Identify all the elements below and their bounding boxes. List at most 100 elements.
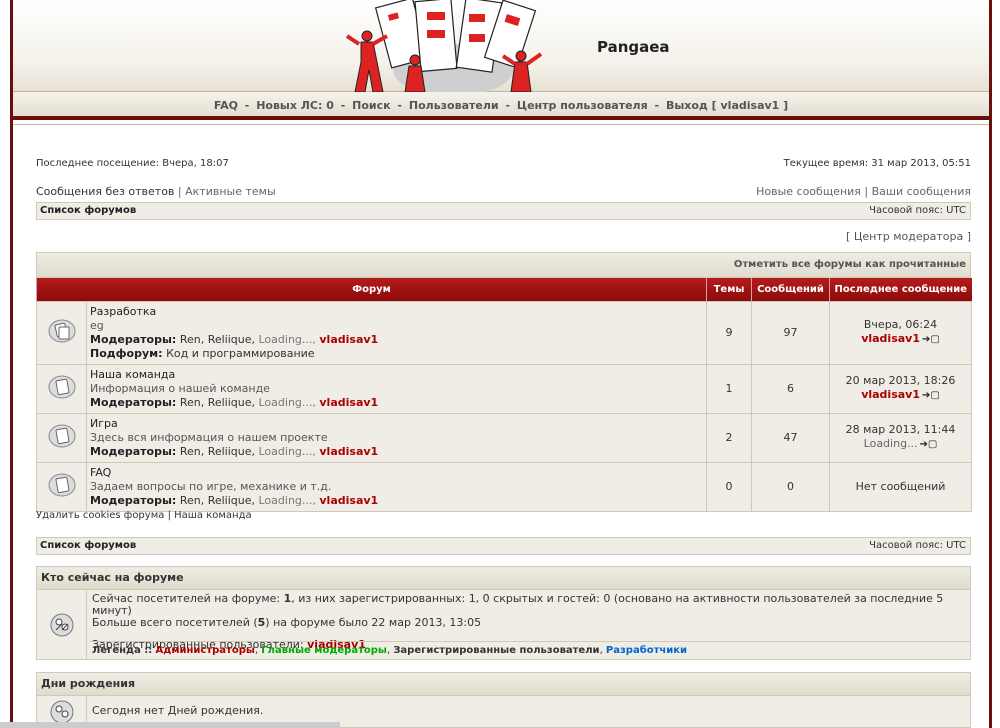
last-post-user-link[interactable]: vladisav1: [861, 332, 920, 345]
last-post-date: 28 мар 2013, 11:44: [845, 423, 956, 436]
forum-title-link[interactable]: FAQ: [90, 466, 111, 479]
birthdays-section-header: Дни рождения: [36, 672, 971, 696]
topics-count: 9: [706, 300, 753, 365]
nav-users-link[interactable]: Пользователи: [409, 99, 499, 112]
your-posts-link[interactable]: Ваши сообщения: [872, 185, 971, 198]
forum-moderators: Модераторы: Ren, Reliique, Loading..., v…: [90, 396, 703, 410]
nav-search-link[interactable]: Поиск: [352, 99, 390, 112]
moderator-loading[interactable]: Loading...,: [259, 494, 316, 507]
visit-info: Последнее посещение: Вчера, 18:07 Текуще…: [36, 158, 971, 169]
last-post-date: 20 мар 2013, 18:26: [845, 374, 956, 387]
delete-cookies-link[interactable]: Удалить cookies форума: [36, 510, 164, 521]
col-posts: Сообщений: [751, 278, 830, 301]
moderator-user-link[interactable]: vladisav1: [319, 445, 378, 458]
forum-folder-icon: [48, 319, 75, 343]
col-topics: Темы: [706, 278, 752, 301]
table-header-row: Форум Темы Сообщений Последнее сообщение: [35, 278, 972, 301]
online-record-line: Больше всего посетителей (5) на форуме б…: [92, 616, 482, 629]
last-post-cell: Нет сообщений: [829, 461, 973, 512]
legend-admins-link[interactable]: Администраторы: [156, 645, 255, 656]
last-post-date: Вчера, 06:24: [863, 318, 938, 331]
online-icon-cell: [37, 590, 87, 659]
active-topics-link[interactable]: Активные темы: [185, 185, 276, 198]
col-last-post: Последнее сообщение: [829, 278, 972, 301]
site-title: Pangaea: [597, 38, 670, 56]
moderator-loading[interactable]: Loading...,: [259, 445, 316, 458]
moderators-list[interactable]: Ren, Reliique,: [180, 333, 255, 346]
forum-read-icon: [48, 424, 75, 448]
nav-separator: -: [397, 99, 403, 112]
forum-title-link[interactable]: Игра: [90, 417, 118, 430]
forum-list-link[interactable]: Список форумов: [40, 540, 136, 551]
nav-logout-link[interactable]: Выход [ vladisav1 ]: [666, 99, 788, 112]
forum-list-bar: Список форумов Часовой пояс: UTC: [36, 202, 971, 220]
moderator-user-link[interactable]: vladisav1: [319, 494, 378, 507]
moderator-loading[interactable]: Loading...,: [259, 396, 316, 409]
topics-count: 2: [706, 412, 753, 463]
nav-ucp-link[interactable]: Центр пользователя: [517, 99, 648, 112]
forum-list-link[interactable]: Список форумов: [40, 205, 136, 216]
team-link[interactable]: Наша команда: [174, 510, 252, 521]
moderators-list[interactable]: Ren, Reliique,: [180, 494, 255, 507]
goto-last-post-icon[interactable]: ➔▢: [922, 390, 940, 401]
no-posts-text: Нет сообщений: [855, 479, 946, 493]
users-online-icon: [50, 613, 73, 636]
moderator-user-link[interactable]: vladisav1: [319, 396, 378, 409]
forum-info-cell: Наша команда Информация о нашей команде …: [85, 363, 708, 414]
mcp-link[interactable]: [ Центр модератора ]: [36, 230, 971, 243]
online-section-header: Кто сейчас на форуме: [36, 566, 971, 590]
nav-separator: -: [505, 99, 511, 112]
nav-faq-link[interactable]: FAQ: [214, 99, 238, 112]
subforum-label: Подфорум:: [90, 346, 163, 360]
birthday-icon: [50, 700, 73, 723]
online-count-line: Сейчас посетителей на форуме: 1, из них …: [92, 592, 944, 617]
legend-devs-link[interactable]: Разработчики: [606, 645, 687, 656]
site-header: Pangaea: [13, 0, 989, 92]
forum-list-bar-bottom: Список форумов Часовой пояс: UTC: [36, 537, 971, 555]
last-post-cell: Вчера, 06:24 vladisav1 ➔▢: [829, 300, 973, 365]
moderator-user-link[interactable]: vladisav1: [319, 333, 378, 346]
last-post-cell: 20 мар 2013, 18:26 vladisav1 ➔▢: [829, 363, 973, 414]
last-post-user-link[interactable]: vladisav1: [861, 388, 920, 401]
main-navbar: FAQ - Новых ЛС: 0 - Поиск - Пользователи…: [13, 92, 989, 120]
forum-title-link[interactable]: Разработка: [90, 305, 156, 318]
page-frame: Pangaea FAQ - Новых ЛС: 0 - Поиск - Поль…: [10, 0, 992, 728]
table-row: Разработка eg Модераторы: Ren, Reliique,…: [36, 300, 973, 365]
goto-last-post-icon[interactable]: ➔▢: [920, 439, 938, 450]
legend-label: Легенда ::: [92, 645, 153, 656]
forum-info-cell: FAQ Задаем вопросы по игре, механике и т…: [85, 461, 708, 512]
nav-new-pm-link[interactable]: Новых ЛС: 0: [256, 99, 334, 112]
posts-count: 47: [751, 412, 831, 463]
nav-separator: -: [340, 99, 346, 112]
posts-count: 6: [751, 363, 831, 414]
topics-count: 0: [706, 461, 753, 512]
legend-gmods-link[interactable]: Главные модераторы: [261, 645, 387, 656]
col-forum: Форум: [35, 278, 707, 301]
forum-moderators: Модераторы: Ren, Reliique, Loading..., v…: [90, 333, 703, 347]
horizontal-scrollbar[interactable]: [0, 722, 340, 728]
forum-read-icon: [48, 473, 75, 497]
site-logo-illustration: [345, 0, 543, 92]
subforum-link[interactable]: Код и программирование: [166, 347, 314, 360]
mark-all-read-link[interactable]: Отметить все форумы как прочитанные: [734, 259, 966, 270]
posts-count: 0: [751, 461, 831, 512]
header-divider: [13, 124, 989, 136]
forum-subforums: Подфорум: Код и программирование: [90, 347, 703, 361]
unanswered-posts-link[interactable]: Сообщения без ответов: [36, 185, 174, 198]
footer-links: Удалить cookies форума | Наша команда: [36, 510, 252, 521]
last-post-cell: 28 мар 2013, 11:44 Loading... ➔▢: [829, 412, 973, 463]
link-separator: |: [864, 185, 872, 198]
new-posts-link[interactable]: Новые сообщения: [756, 185, 861, 198]
moderator-loading[interactable]: Loading...,: [259, 333, 316, 346]
moderators-list[interactable]: Ren, Reliique,: [180, 445, 255, 458]
table-row: Наша команда Информация о нашей команде …: [36, 363, 973, 414]
forums-table: Форум Темы Сообщений Последнее сообщение…: [35, 278, 973, 512]
moderators-list[interactable]: Ren, Reliique,: [180, 396, 255, 409]
forum-description: Задаем вопросы по игре, механике и т.д.: [90, 479, 332, 493]
last-post-user-link[interactable]: Loading...: [864, 437, 918, 450]
goto-last-post-icon[interactable]: ➔▢: [922, 334, 940, 345]
forum-description: Здесь вся информация о нашем проекте: [90, 430, 328, 444]
moderators-label: Модераторы:: [90, 444, 177, 458]
forum-title-link[interactable]: Наша команда: [90, 368, 175, 381]
forum-status-cell: [36, 363, 87, 414]
